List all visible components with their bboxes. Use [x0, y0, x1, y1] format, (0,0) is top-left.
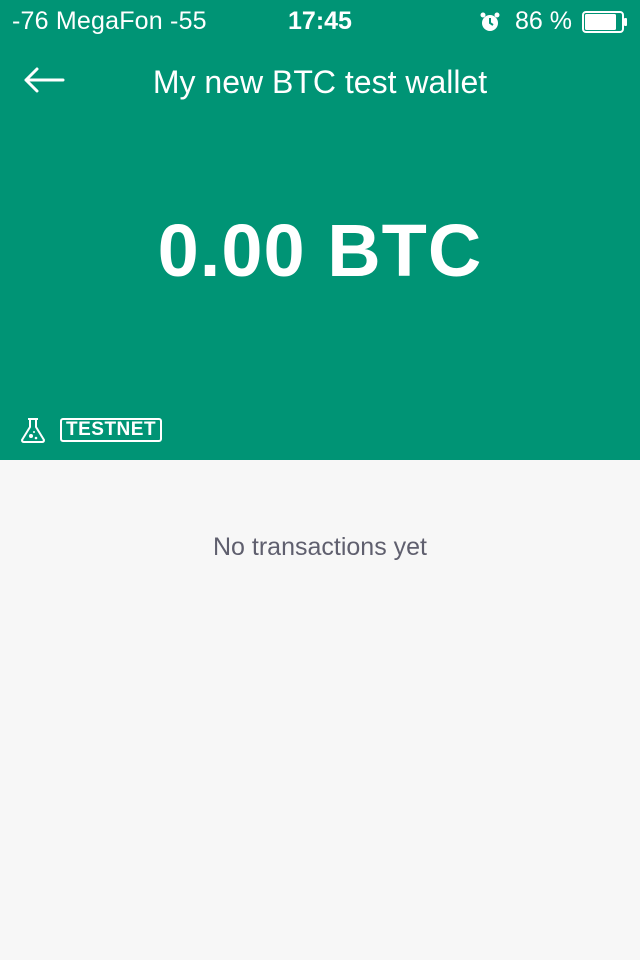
alarm-icon: [479, 11, 501, 33]
flask-icon: [20, 417, 46, 443]
nav-bar: My new BTC test wallet: [0, 56, 640, 116]
status-right: 86 %: [479, 7, 628, 36]
wallet-balance: 0.00 BTC: [157, 209, 483, 292]
status-bar: -76 MegaFon -55 17:45 86 %: [0, 0, 640, 40]
page-title: My new BTC test wallet: [152, 64, 488, 100]
battery-icon: [582, 10, 628, 33]
wallet-header: -76 MegaFon -55 17:45 86 % My new BTC te…: [0, 0, 640, 460]
battery-percent: 86 %: [515, 7, 572, 35]
empty-transactions-message: No transactions yet: [213, 533, 427, 561]
network-badge: TESTNET: [60, 418, 163, 442]
network-indicator: TESTNET: [20, 416, 163, 444]
